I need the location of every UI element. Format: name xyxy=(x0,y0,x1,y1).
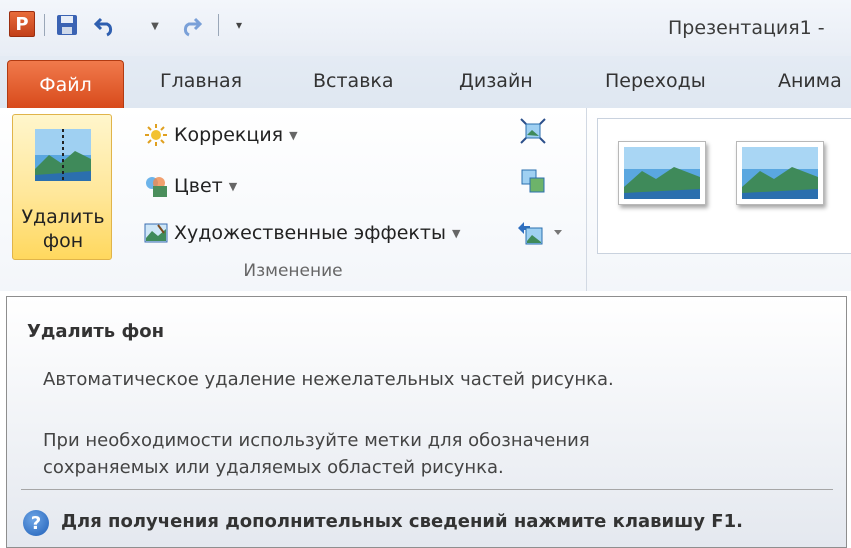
adjust-group-label: Изменение xyxy=(243,261,343,281)
help-icon: ? xyxy=(23,510,49,536)
corrections-label: Коррекция xyxy=(174,124,284,146)
undo-icon[interactable] xyxy=(92,12,118,38)
remove-background-button[interactable]: Удалить фон xyxy=(12,114,112,260)
tooltip-help-text: Для получения дополнительных сведений на… xyxy=(61,511,743,532)
picture-styles-gallery xyxy=(597,118,851,254)
chevron-down-icon: ▼ xyxy=(228,179,238,193)
powerpoint-logo-icon[interactable]: P xyxy=(9,11,35,37)
undo-dropdown-icon[interactable]: ▼ xyxy=(148,16,162,36)
qat-separator xyxy=(218,14,219,36)
remove-background-label-line2: фон xyxy=(42,230,84,252)
remove-background-icon xyxy=(35,129,91,181)
change-picture-icon[interactable] xyxy=(520,168,546,194)
save-icon[interactable] xyxy=(54,12,80,38)
remove-background-label-line1: Удалить xyxy=(21,206,105,228)
title-bar: P ▼ ▾ Презентация1 - xyxy=(0,0,851,56)
tab-animations[interactable]: Анима xyxy=(778,70,842,92)
adjust-group: Удалить фон Коррекция ▼ Цвет ▼ Художеств… xyxy=(0,108,587,291)
picture-style-thumbnail[interactable] xyxy=(736,141,824,205)
tooltip-description-line: При необходимости используйте метки для … xyxy=(43,430,590,451)
tooltip-title: Удалить фон xyxy=(27,321,165,342)
artistic-effects-icon xyxy=(144,221,168,245)
reset-picture-icon[interactable] xyxy=(516,220,566,246)
sun-icon xyxy=(144,123,168,147)
color-button[interactable]: Цвет ▼ xyxy=(144,171,237,201)
ribbon: Удалить фон Коррекция ▼ Цвет ▼ Художеств… xyxy=(0,108,851,291)
compress-pictures-icon[interactable] xyxy=(520,118,546,144)
tooltip-description: Автоматическое удаление нежелательных ча… xyxy=(43,369,614,390)
artistic-effects-button[interactable]: Художественные эффекты ▼ xyxy=(144,218,460,248)
window-title: Презентация1 - xyxy=(668,17,825,39)
tab-insert[interactable]: Вставка xyxy=(313,70,394,92)
tooltip-divider xyxy=(21,489,833,490)
artistic-effects-label: Художественные эффекты xyxy=(174,222,446,244)
color-icon xyxy=(144,174,168,198)
tab-file[interactable]: Файл xyxy=(7,60,124,108)
tooltip: Удалить фон Автоматическое удаление неже… xyxy=(6,296,847,548)
customize-qat-icon[interactable]: ▾ xyxy=(230,14,248,36)
tooltip-description-line: сохраняемых или удаляемых областей рисун… xyxy=(43,457,504,478)
corrections-button[interactable]: Коррекция ▼ xyxy=(144,120,298,150)
ribbon-tabs: Главная Вставка Дизайн Переходы Анима xyxy=(0,56,851,109)
tab-home[interactable]: Главная xyxy=(160,70,242,92)
tab-transitions[interactable]: Переходы xyxy=(605,70,706,92)
color-label: Цвет xyxy=(174,175,223,197)
redo-icon[interactable] xyxy=(178,12,204,38)
tab-design[interactable]: Дизайн xyxy=(459,70,533,92)
chevron-down-icon: ▼ xyxy=(451,226,461,240)
chevron-down-icon: ▼ xyxy=(289,128,298,142)
qat-separator xyxy=(44,14,45,36)
picture-style-thumbnail[interactable] xyxy=(618,141,706,205)
